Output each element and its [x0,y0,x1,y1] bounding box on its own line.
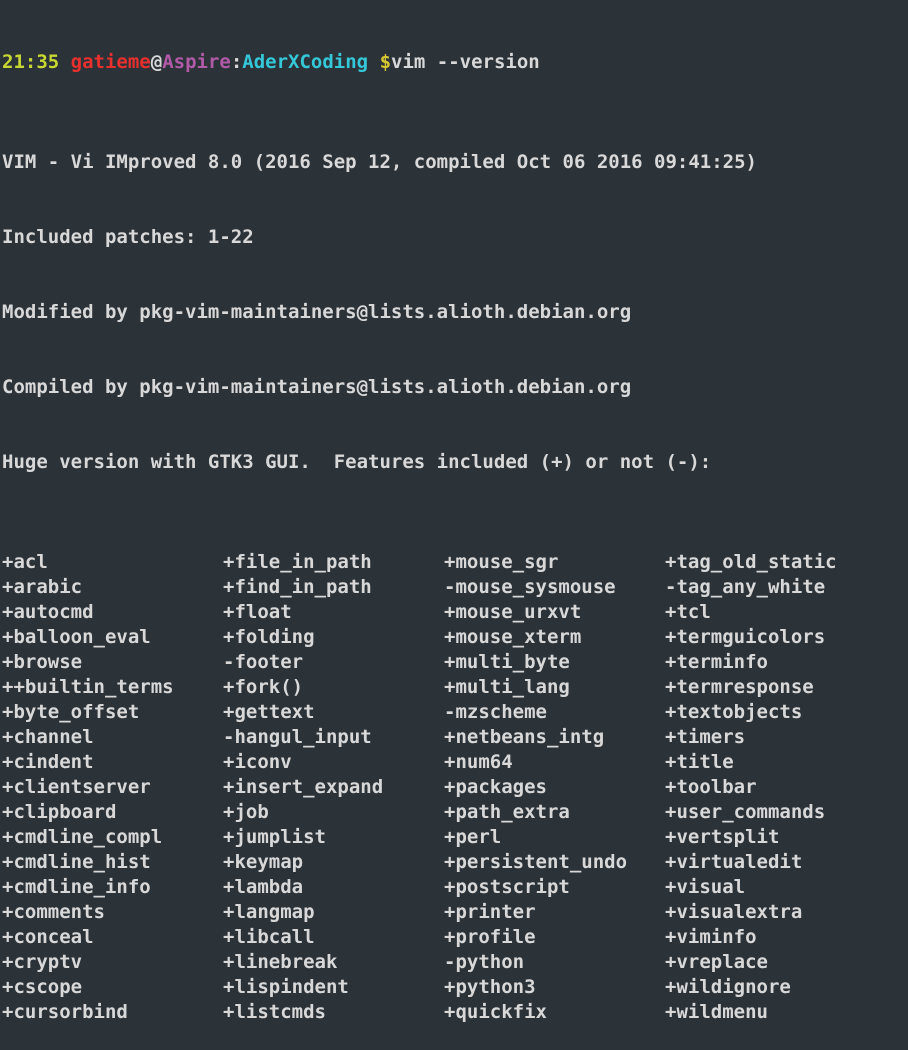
feature-item: +persistent_undo [444,851,628,873]
feature-item: +linebreak [223,951,338,973]
feature-item: +libcall [223,926,315,948]
feature-item: +channel [2,726,94,748]
feature-item: +virtualedit [665,851,803,873]
feature-item: ++builtin_terms [2,676,174,698]
feature-item: +byte_offset [2,701,140,723]
prompt-at: @ [150,51,163,73]
feature-item: +lispindent [223,976,349,998]
feature-item: +multi_lang [444,676,570,698]
feature-item: +float [223,601,292,623]
patches-line: Included patches: 1-22 [2,226,254,248]
feature-item: +insert_expand [223,776,384,798]
feature-item: +mouse_sgr [444,551,559,573]
feature-item: +tag_old_static [665,551,837,573]
feature-item: +netbeans_intg [444,726,605,748]
feature-item: +termguicolors [665,626,826,648]
feature-item: +fork() [223,676,304,698]
feature-item: +printer [444,901,536,923]
feature-item: +tcl [665,601,711,623]
prompt-colon: : [230,51,243,73]
feature-item: +gettext [223,701,315,723]
prompt-time: 21:35 [2,51,60,73]
feature-item: +clipboard [2,801,117,823]
features-header-line: Huge version with GTK3 GUI. Features inc… [2,451,712,473]
feature-item: +perl [444,826,502,848]
version-line: VIM - Vi IMproved 8.0 (2016 Sep 12, comp… [2,151,757,173]
feature-item: +cscope [2,976,83,998]
feature-item: +folding [223,626,315,648]
feature-item: +find_in_path [223,576,372,598]
feature-list: +acl +file_in_path +mouse_sgr +tag_old_stat… [2,550,908,1025]
feature-item: +title [665,751,734,773]
feature-item: +timers [665,726,746,748]
feature-item: +mouse_xterm [444,626,582,648]
feature-item: +vertsplit [665,826,780,848]
feature-item: +lambda [223,876,304,898]
feature-item: -footer [223,651,304,673]
feature-item: -mzscheme [444,701,547,723]
feature-item: +postscript [444,876,570,898]
feature-item: +vreplace [665,951,768,973]
feature-item: +file_in_path [223,551,372,573]
feature-item: +quickfix [444,1001,547,1023]
feature-item: +jumplist [223,826,326,848]
feature-item: +clientserver [2,776,151,798]
feature-item: -python [444,951,525,973]
feature-item: +cmdline_compl [2,826,163,848]
modified-by-line: Modified by pkg-vim-maintainers@lists.al… [2,301,632,323]
feature-item: +packages [444,776,547,798]
prompt-user: gatieme [70,51,151,73]
feature-item: -mouse_sysmouse [444,576,616,598]
feature-item: +iconv [223,751,292,773]
feature-item: +visualextra [665,901,803,923]
prompt-host: Aspire [162,51,231,73]
feature-item: +keymap [223,851,304,873]
feature-item: +termresponse [665,676,814,698]
feature-item: -tag_any_white [665,576,826,598]
command-text: vim --version [391,51,540,73]
feature-item: +terminfo [665,651,768,673]
prompt-dollar: $ [379,51,392,73]
feature-item: +path_extra [444,801,570,823]
feature-item: +visual [665,876,746,898]
feature-item: +wildignore [665,976,791,998]
feature-item: +num64 [444,751,513,773]
feature-item: +wildmenu [665,1001,768,1023]
feature-item: +acl [2,551,48,573]
feature-item: +browse [2,651,83,673]
feature-item: +user_commands [665,801,826,823]
feature-item: +viminfo [665,926,757,948]
feature-item: +langmap [223,901,315,923]
feature-item: +mouse_urxvt [444,601,582,623]
feature-item: +toolbar [665,776,757,798]
feature-item: +cmdline_hist [2,851,151,873]
feature-item: +arabic [2,576,83,598]
feature-item: +python3 [444,976,536,998]
feature-item: +cindent [2,751,94,773]
feature-item: +autocmd [2,601,94,623]
terminal-window[interactable]: 21:35 gatieme@Aspire:AderXCoding $vim --… [0,0,908,1023]
feature-item: +profile [444,926,536,948]
feature-item: -hangul_input [223,726,372,748]
feature-item: +job [223,801,269,823]
feature-item: +listcmds [223,1001,326,1023]
feature-item: +textobjects [665,701,803,723]
prompt-path: AderXCoding [242,51,369,73]
feature-item: +comments [2,901,105,923]
shell-prompt-line: 21:35 gatieme@Aspire:AderXCoding $vim --… [2,50,908,75]
feature-item: +balloon_eval [2,626,151,648]
feature-item: +conceal [2,926,94,948]
feature-item: +cursorbind [2,1001,128,1023]
feature-item: +cmdline_info [2,876,151,898]
compiled-by-line: Compiled by pkg-vim-maintainers@lists.al… [2,376,632,398]
feature-item: +multi_byte [444,651,570,673]
feature-item: +cryptv [2,951,83,973]
